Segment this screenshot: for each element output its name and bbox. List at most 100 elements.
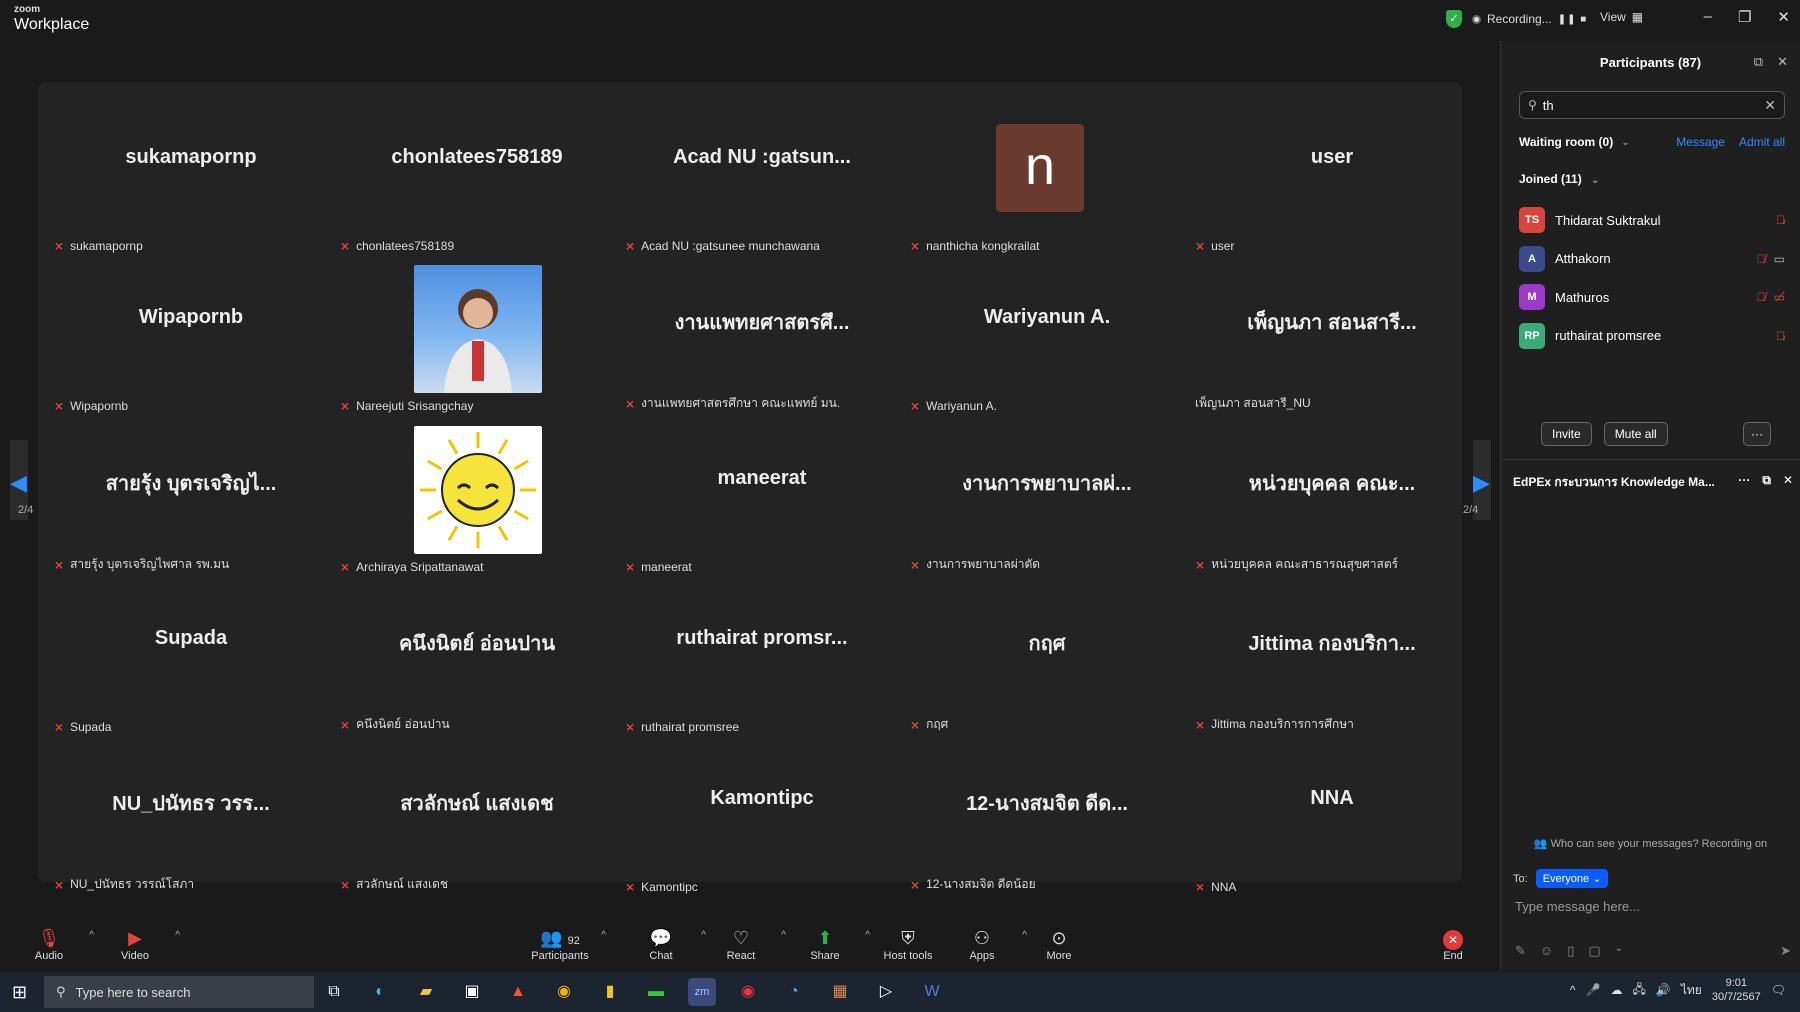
chat-visibility-notice[interactable]: 👥 Who can see your messages? Recording o…: [1501, 837, 1800, 850]
video-button[interactable]: ▶ Video ^: [100, 926, 180, 962]
chevron-down-icon[interactable]: ⌄: [1615, 943, 1623, 959]
video-tile[interactable]: Jittima กองบริกา... ⨯ Jittima กองบริการการ…: [1191, 571, 1473, 732]
language-indicator[interactable]: ไทย: [1681, 981, 1702, 1000]
browser-icon[interactable]: ◔: [780, 978, 808, 1006]
audio-button[interactable]: 🎙 Audio ^: [14, 926, 94, 962]
participant-row[interactable]: M Mathuros 🎙̸ ▭̸: [1519, 278, 1785, 317]
video-tile[interactable]: user ⨯ user: [1191, 90, 1473, 253]
media-player-icon[interactable]: ▷: [872, 978, 900, 1006]
video-tile[interactable]: สายรุ้ง บุตรเจริญไ... ⨯ สายรุ้ง บุตรเจริญไ…: [50, 411, 332, 572]
chevron-up-icon[interactable]: ^: [89, 930, 94, 941]
more-button[interactable]: ⊙ More: [1024, 926, 1094, 962]
close-chat-icon[interactable]: ✕: [1783, 473, 1793, 492]
video-tile[interactable]: งานแพทยศาสตรศึ... ⨯ งานแพทยศาสตรศึกษา คณะแ…: [621, 250, 903, 411]
video-tile[interactable]: ⨯ Nareejuti Srisangchay: [336, 250, 618, 413]
restore-icon[interactable]: ❐: [1738, 8, 1751, 26]
file-explorer-icon[interactable]: ▰: [412, 978, 440, 1006]
chevron-up-icon[interactable]: ^: [865, 930, 870, 941]
video-tile[interactable]: NU_ปนัทธร วรร... ⨯ NU_ปนัทธร วรรณ์โสภา: [50, 731, 332, 892]
recording-controls[interactable]: ❚❚ ■: [1558, 14, 1588, 25]
powerpoint-icon[interactable]: ▦: [826, 978, 854, 1006]
admit-all-button[interactable]: Admit all: [1739, 135, 1785, 149]
video-tile[interactable]: หน่วยบุคคล คณะ... ⨯ หน่วยบุคคล คณะสาธารณสุ…: [1191, 411, 1473, 572]
video-tile[interactable]: Kamontipc ⨯ Kamontipc: [621, 731, 903, 894]
video-tile[interactable]: chonlatees758189 ⨯ chonlatees758189: [336, 90, 618, 253]
popout-icon[interactable]: ⧉: [1754, 54, 1763, 70]
video-tile[interactable]: Acad NU :gatsun... ⨯ Acad NU :gatsunee mun…: [621, 90, 903, 253]
view-button[interactable]: View ▦: [1600, 10, 1643, 24]
video-tile[interactable]: ⨯ Archiraya Sripattanawat: [336, 411, 618, 574]
mic-muted-icon[interactable]: 🎙̸: [1776, 329, 1785, 343]
participants-button[interactable]: 👥 92 Participants ^: [524, 926, 606, 962]
react-button[interactable]: ♡ React ^: [706, 926, 786, 962]
send-icon[interactable]: ➤: [1780, 943, 1791, 959]
chevron-up-icon[interactable]: ^: [175, 930, 180, 941]
minimize-icon[interactable]: –: [1704, 8, 1712, 26]
volume-icon[interactable]: 🔊: [1656, 983, 1671, 997]
end-button[interactable]: ✕ End: [1418, 926, 1488, 962]
share-button[interactable]: ⬆ Share ^: [790, 926, 870, 962]
message-button[interactable]: Message: [1676, 135, 1725, 149]
clear-search-icon[interactable]: ✕: [1764, 97, 1776, 114]
video-tile[interactable]: ruthairat promsr... ⨯ ruthairat promsree: [621, 571, 903, 734]
chevron-down-icon[interactable]: ⌄: [1621, 137, 1629, 148]
network-icon[interactable]: 🖧: [1633, 980, 1646, 1001]
recording-indicator[interactable]: ✓ Recording... ❚❚ ■: [1446, 10, 1587, 28]
screenshot-icon[interactable]: ▢: [1588, 943, 1600, 959]
popout-icon[interactable]: ⧉: [1762, 473, 1771, 492]
store-icon[interactable]: ▣: [458, 978, 486, 1006]
notification-icon[interactable]: 🗨: [1771, 983, 1786, 997]
chrome-icon[interactable]: ◉: [734, 978, 762, 1006]
close-panel-icon[interactable]: ✕: [1777, 54, 1788, 70]
chat-button[interactable]: 💬 Chat ^: [626, 926, 706, 962]
chevron-up-icon[interactable]: ^: [601, 930, 606, 941]
mic-icon[interactable]: 🎤: [1586, 983, 1601, 997]
file-icon[interactable]: ▯: [1567, 943, 1574, 959]
video-tile[interactable]: NNA ⨯ NNA: [1191, 731, 1473, 894]
chat-input[interactable]: Type message here...: [1515, 899, 1640, 914]
close-icon[interactable]: ✕: [1777, 8, 1790, 26]
task-view-icon[interactable]: ⧉: [320, 978, 348, 1006]
acrobat-icon[interactable]: ▲: [504, 978, 532, 1006]
search-input[interactable]: [1542, 97, 1759, 113]
participant-row[interactable]: TS Thidarat Suktrakul 🎙̸: [1519, 201, 1785, 240]
host-tools-button[interactable]: ⛨ Host tools: [873, 926, 943, 962]
chevron-up-icon[interactable]: ^: [1570, 983, 1576, 997]
format-icon[interactable]: ✎: [1515, 943, 1526, 959]
video-tile[interactable]: Wariyanun A. ⨯ Wariyanun A.: [906, 250, 1188, 413]
video-tile[interactable]: sukamapornp ⨯ sukamapornp: [50, 90, 332, 253]
mic-muted-icon[interactable]: 🎙̸: [1776, 213, 1785, 227]
more-options-button[interactable]: ···: [1743, 422, 1771, 446]
video-tile[interactable]: เพ็ญนภา สอนสารี... เพ็ญนภา สอนสารี_NU: [1191, 250, 1473, 410]
recipient-dropdown[interactable]: Everyone ⌄: [1535, 869, 1609, 888]
powerbi-icon[interactable]: ▮: [596, 978, 624, 1006]
chrome-icon[interactable]: ◉: [550, 978, 578, 1006]
participant-row[interactable]: A Atthakorn 🎙̸ ▭: [1519, 240, 1785, 279]
video-tile[interactable]: Wipapornb ⨯ Wipapornb: [50, 250, 332, 413]
edge-icon[interactable]: ◐: [366, 978, 394, 1006]
video-tile[interactable]: 12-นางสมจิต ดีด... ⨯ 12-นางสมจิต ดีดน้อย: [906, 731, 1188, 892]
taskbar-search[interactable]: ⚲ Type here to search: [44, 976, 314, 1008]
mic-muted-icon[interactable]: 🎙̸: [1757, 290, 1766, 304]
joined-label[interactable]: Joined (11) ⌄: [1519, 172, 1599, 186]
invite-button[interactable]: Invite: [1541, 422, 1592, 446]
zoom-taskbar-icon[interactable]: zm: [688, 978, 716, 1006]
more-icon[interactable]: ···: [1738, 473, 1750, 492]
cloud-icon[interactable]: ☁: [1611, 983, 1623, 997]
mute-all-button[interactable]: Mute all: [1603, 422, 1668, 446]
video-tile[interactable]: สวลักษณ์ แสงเดช ⨯ สวลักษณ์ แสงเดช: [336, 731, 618, 892]
video-tile[interactable]: คนึงนิตย์ อ่อนปาน ⨯ คนึงนิตย์ อ่อนปาน: [336, 571, 618, 732]
line-icon[interactable]: ▬: [642, 978, 670, 1006]
word-icon[interactable]: W: [918, 978, 946, 1006]
emoji-icon[interactable]: ☺: [1540, 943, 1553, 959]
waiting-room-label[interactable]: Waiting room (0): [1519, 135, 1613, 149]
video-tile[interactable]: งานการพยาบาลผ่... ⨯ งานการพยาบาลผ่าตัด: [906, 411, 1188, 572]
video-tile[interactable]: maneerat ⨯ maneerat: [621, 411, 903, 574]
clock[interactable]: 9:01 30/7/2567: [1712, 976, 1761, 1004]
video-tile[interactable]: n ⨯ nanthicha kongkrailat: [906, 90, 1188, 253]
participant-row[interactable]: RP ruthairat promsree 🎙̸: [1519, 317, 1785, 350]
video-tile[interactable]: กฤศ ⨯ กฤศ: [906, 571, 1188, 732]
apps-button[interactable]: ⚇ Apps ^: [947, 926, 1027, 962]
video-tile[interactable]: Supada ⨯ Supada: [50, 571, 332, 734]
chevron-up-icon[interactable]: ^: [781, 930, 786, 941]
